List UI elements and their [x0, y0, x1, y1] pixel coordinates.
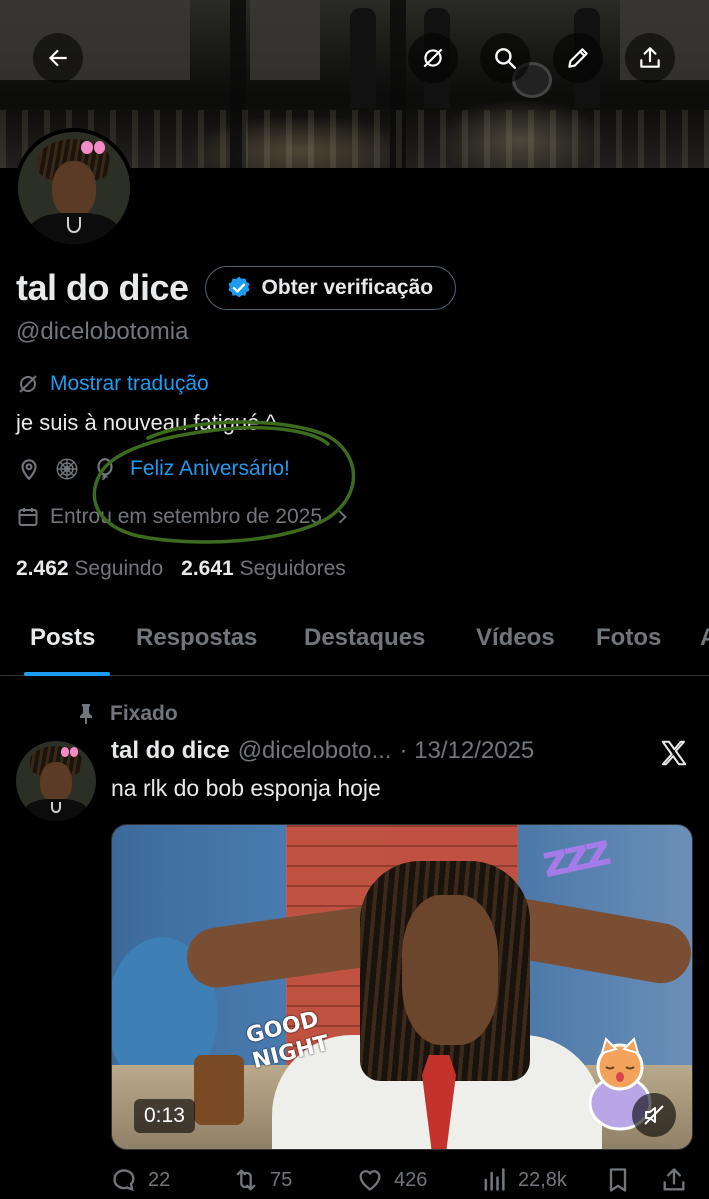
post-video[interactable]: zzz GOOD NIGHT 0:13 [111, 824, 693, 1150]
muted-speaker-icon [644, 1105, 664, 1125]
post-date[interactable]: · 13/12/2025 [399, 737, 534, 765]
followers-link[interactable]: 2.641 Seguidores [181, 557, 346, 581]
profile-handle: @dicelobotomia [16, 318, 189, 345]
back-button[interactable] [33, 33, 83, 83]
post-header: tal do dice @diceloboto... · 13/12/2025 [111, 737, 534, 765]
like-button[interactable]: 426 [356, 1166, 427, 1194]
post-author-avatar[interactable] [16, 741, 96, 821]
share-icon [663, 1168, 685, 1191]
like-count: 426 [394, 1168, 428, 1191]
x-logo-icon[interactable] [658, 738, 690, 768]
views-button[interactable]: 22,8k [480, 1166, 567, 1194]
active-tab-indicator [24, 672, 110, 676]
share-icon [640, 47, 660, 68]
banner-wall [250, 0, 320, 80]
translate-icon [423, 48, 443, 68]
joined-date[interactable]: Entrou em setembro de 2025 [16, 505, 352, 529]
banner-figure [350, 8, 376, 108]
verified-badge-icon [228, 276, 250, 298]
display-name: tal do dice [16, 267, 189, 308]
bow-icon [80, 140, 106, 155]
views-icon [484, 1168, 505, 1191]
following-label: Seguindo [74, 557, 164, 580]
get-verified-label: Obter verificação [261, 276, 434, 299]
share-button[interactable] [625, 33, 675, 83]
avatar-face [40, 761, 72, 802]
show-translation-label: Mostrar tradução [50, 372, 209, 395]
edit-button[interactable] [553, 33, 603, 83]
video-duration: 0:13 [134, 1099, 195, 1133]
following-link[interactable]: 2.462 Seguindo [16, 557, 163, 581]
get-verified-button[interactable]: Obter verificação [204, 266, 457, 310]
avatar-chain [67, 217, 81, 233]
reply-count: 22 [148, 1168, 171, 1191]
location-icon [21, 459, 37, 481]
arrow-left-icon [48, 49, 67, 67]
show-translation-link[interactable]: Mostrar tradução [16, 372, 209, 396]
profile-bio: je suis à nouveau fatigué ^ [16, 410, 276, 435]
profile-meta: Feliz Aniversário! [16, 456, 290, 482]
followers-count: 2.641 [181, 557, 234, 580]
reply-icon [113, 1169, 135, 1192]
bookmark-icon [609, 1168, 627, 1192]
zzz-sticker: zzz [537, 824, 612, 889]
post-author-name[interactable]: tal do dice [111, 737, 230, 765]
repost-count: 75 [270, 1168, 293, 1191]
following-count: 2.462 [16, 557, 69, 580]
avatar-face [51, 161, 97, 218]
search-icon [495, 48, 516, 69]
avatar-chain [51, 801, 61, 813]
chevron-right-icon [338, 510, 347, 524]
tab-videos[interactable]: Vídeos [476, 624, 555, 652]
pinned-label: Fixado [110, 702, 178, 725]
mute-button[interactable] [632, 1093, 676, 1137]
post-actions: 22 75 426 22,8k [110, 1166, 709, 1199]
views-count: 22,8k [518, 1168, 567, 1191]
tab-articles[interactable]: A [700, 624, 709, 652]
post-text: na rlk do bob esponja hoje [111, 775, 381, 801]
profile-avatar[interactable] [14, 128, 134, 248]
bookmark-button[interactable] [604, 1166, 632, 1194]
search-button[interactable] [480, 33, 530, 83]
tab-replies[interactable]: Respostas [136, 624, 257, 652]
follow-counts: 2.462 Seguindo 2.641 Seguidores [16, 557, 346, 581]
birthday-label[interactable]: Feliz Aniversário! [130, 457, 290, 481]
translate-button[interactable] [408, 33, 458, 83]
calendar-icon [18, 508, 38, 526]
edit-icon [568, 48, 588, 68]
video-barrel [194, 1055, 244, 1125]
joined-label: Entrou em setembro de 2025 [50, 505, 322, 528]
pin-icon [80, 704, 92, 724]
reply-button[interactable]: 22 [110, 1166, 170, 1194]
balloon-icon [97, 458, 113, 481]
tab-posts[interactable]: Posts [30, 624, 95, 652]
bow-icon [60, 747, 79, 757]
repost-button[interactable]: 75 [232, 1166, 292, 1194]
tab-highlights[interactable]: Destaques [304, 624, 425, 652]
heart-icon [359, 1170, 381, 1191]
spiderweb-icon [56, 458, 78, 480]
pinned-label-row: Fixado [76, 702, 178, 726]
banner-wall [0, 0, 190, 80]
repost-icon [236, 1169, 256, 1191]
translate-icon [19, 375, 37, 393]
followers-label: Seguidores [239, 557, 346, 580]
tab-photos[interactable]: Fotos [596, 624, 661, 652]
share-post-button[interactable] [660, 1166, 688, 1194]
name-row: tal do dice Obter verificação [16, 266, 457, 310]
profile-tabs: Posts Respostas Destaques Vídeos Fotos A [0, 604, 709, 676]
post-author-handle[interactable]: @diceloboto... [238, 737, 392, 765]
video-face [402, 895, 498, 1045]
